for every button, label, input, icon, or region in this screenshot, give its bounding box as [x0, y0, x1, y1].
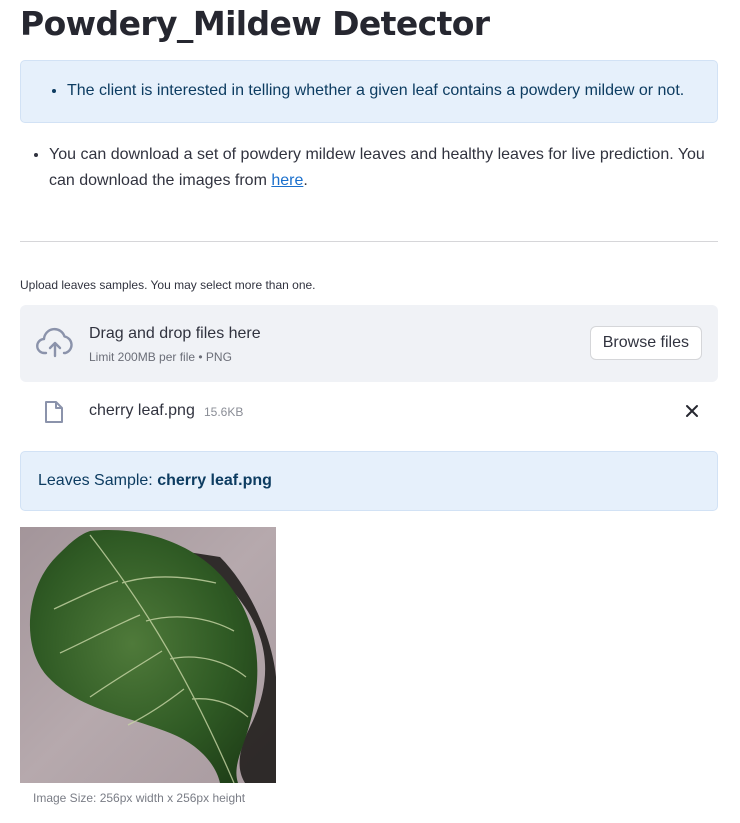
download-paragraph: You can download a set of powdery mildew…: [20, 142, 720, 194]
leaf-image: [20, 527, 276, 783]
sample-info-box: Leaves Sample: cherry leaf.png: [20, 451, 718, 511]
file-size: 15.6KB: [204, 405, 244, 419]
file-name: cherry leaf.png: [89, 402, 195, 419]
cloud-upload-icon: [36, 327, 74, 364]
sample-filename: cherry leaf.png: [157, 472, 272, 489]
download-link[interactable]: here: [271, 172, 303, 189]
image-caption: Image Size: 256px width x 256px height: [33, 791, 246, 805]
uploaded-file-row: cherry leaf.png 15.6KB: [20, 393, 718, 431]
info-bullet: The client is interested in telling whet…: [67, 82, 684, 100]
dropzone-title: Drag and drop files here: [89, 325, 261, 342]
dropzone-subtitle: Limit 200MB per file • PNG: [89, 350, 232, 364]
close-icon[interactable]: [682, 401, 702, 426]
browse-files-button[interactable]: Browse files: [589, 326, 702, 360]
divider: [20, 241, 718, 242]
sample-prefix: Leaves Sample:: [38, 472, 158, 489]
uploader-label: Upload leaves samples. You may select mo…: [20, 278, 316, 292]
download-suffix: .: [303, 172, 308, 189]
info-box: The client is interested in telling whet…: [20, 60, 718, 123]
download-text: You can download a set of powdery mildew…: [49, 146, 705, 189]
file-icon: [44, 400, 64, 429]
page-title: Powdery_Mildew Detector: [20, 4, 490, 43]
file-dropzone[interactable]: Drag and drop files here Limit 200MB per…: [20, 305, 718, 382]
